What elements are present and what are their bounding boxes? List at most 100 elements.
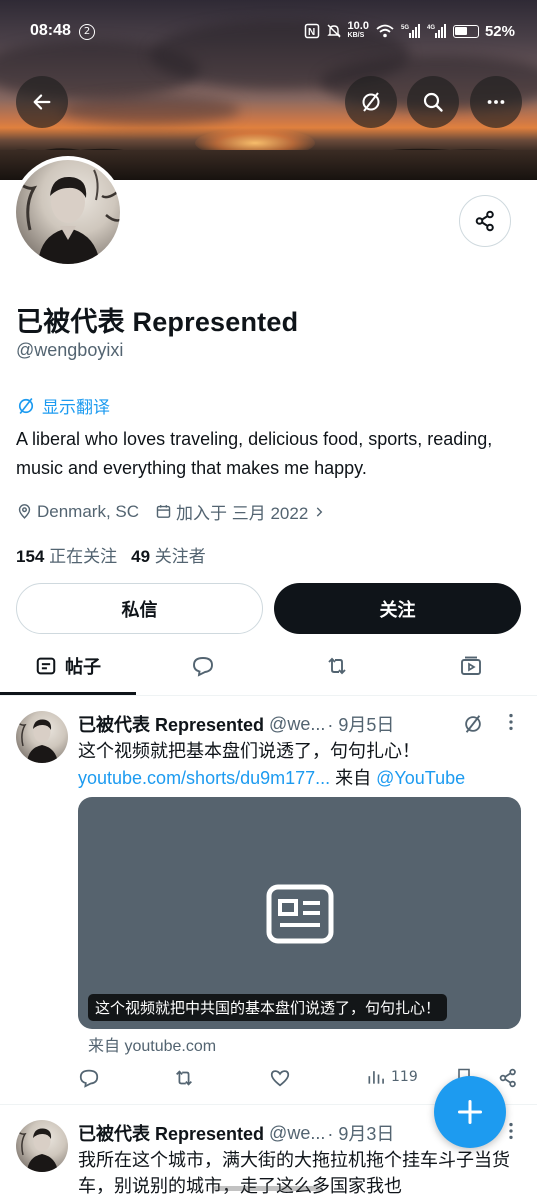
- tweet-via: 来自: [330, 768, 377, 788]
- tweet-link[interactable]: youtube.com/shorts/du9m177...: [78, 768, 330, 788]
- tweet-author-handle[interactable]: @we...: [269, 714, 325, 735]
- home-indicator[interactable]: [213, 1186, 323, 1191]
- replies-icon: [193, 657, 213, 677]
- arrow-left-icon: [33, 94, 51, 110]
- tweet-avatar[interactable]: [16, 1120, 68, 1172]
- svg-text:4G: 4G: [427, 25, 435, 31]
- show-translation-label: 显示翻译: [42, 398, 110, 418]
- tweet-date[interactable]: · 9月3日: [327, 1120, 394, 1146]
- views-button[interactable]: 119: [366, 1067, 418, 1087]
- calendar-icon: [156, 505, 171, 518]
- grok-icon: [18, 397, 34, 414]
- tweet-text: 这个视频就把基本盘们说透了，句句扎心！ youtube.com/shorts/d…: [78, 739, 523, 791]
- display-name: 已被代表 Represented: [16, 307, 299, 337]
- link-card[interactable]: 这个视频就把中共国的基本盘们说透了，句句扎心！: [78, 797, 521, 1029]
- joined-item[interactable]: 加入于 三月 2022: [155, 499, 326, 524]
- tweet-author-handle[interactable]: @we...: [269, 1123, 325, 1144]
- show-translation-link[interactable]: 显示翻译: [16, 393, 110, 418]
- tweet[interactable]: 已被代表 Represented @we... · 9月5日 这个视频就把基本盘…: [0, 697, 537, 1105]
- followers-count: 49: [131, 547, 151, 566]
- status-bar: 08:48 2 N 10.0 KB/S 5G 4G 52%: [0, 18, 537, 46]
- active-tab-indicator: [0, 692, 136, 695]
- tab-reposts[interactable]: [270, 640, 404, 692]
- tab-replies[interactable]: [136, 640, 270, 692]
- views-count: 119: [391, 1069, 418, 1085]
- more-horizontal-icon: [487, 100, 505, 104]
- posts-icon: [36, 657, 56, 675]
- grok-button[interactable]: [462, 713, 484, 739]
- tab-posts-label: 帖子: [65, 657, 101, 678]
- location-text: Denmark, SC: [37, 501, 140, 521]
- avatar-photo: [16, 719, 58, 763]
- tweet-avatar[interactable]: [16, 711, 68, 763]
- more-vertical-icon: [509, 1122, 513, 1140]
- card-source[interactable]: 来自 youtube.com: [88, 1032, 216, 1056]
- network-speed: 10.0: [347, 20, 369, 32]
- message-button[interactable]: 私信: [16, 583, 263, 634]
- avatar-photo: [16, 1128, 58, 1172]
- repost-button[interactable]: [173, 1067, 195, 1089]
- notification-badge: 2: [79, 24, 95, 40]
- tweet-body: 我所在这个城市，满大街的大拖拉机拖个挂车斗子当货车，别说别的城市，走了这么多国家…: [78, 1150, 510, 1197]
- plus-icon: [457, 1099, 483, 1125]
- heart-icon: [270, 1070, 290, 1087]
- tweet-more-button[interactable]: [505, 711, 517, 738]
- card-caption: 这个视频就把中共国的基本盘们说透了，句句扎心！: [88, 994, 448, 1021]
- follow-button[interactable]: 关注: [274, 583, 521, 634]
- profile-meta: Denmark, SC 加入于 三月 2022: [16, 499, 336, 524]
- grok-icon: [465, 715, 481, 733]
- compose-button[interactable]: [434, 1076, 506, 1148]
- views-chart-icon: [368, 1071, 384, 1084]
- profile-tabs: 帖子: [0, 640, 537, 696]
- chevron-right-icon: [317, 506, 323, 517]
- nfc-icon: N: [304, 23, 319, 39]
- battery-icon: [452, 24, 479, 38]
- tweet-body: 这个视频就把基本盘们说透了，句句扎心！: [78, 741, 420, 762]
- more-vertical-icon: [509, 713, 513, 731]
- mute-icon: [326, 24, 341, 38]
- media-icon: [460, 656, 481, 675]
- user-handle: @wengboyixi: [16, 340, 124, 360]
- signal-4g-icon: 4G: [427, 24, 446, 38]
- search-icon: [423, 92, 443, 112]
- share-icon: [475, 210, 494, 232]
- back-button[interactable]: [16, 76, 68, 128]
- following-count: 154: [16, 547, 45, 566]
- tweet-mention[interactable]: @YouTube: [376, 768, 465, 788]
- tweet-author-name[interactable]: 已被代表 Represented: [78, 711, 264, 737]
- share-profile-button[interactable]: [459, 195, 511, 247]
- share-icon: [499, 1068, 516, 1088]
- article-icon: [266, 884, 334, 944]
- profile-bio: A liberal who loves traveling, delicious…: [16, 429, 493, 478]
- tweet-header: 已被代表 Represented @we... · 9月5日: [78, 711, 518, 737]
- svg-text:5G: 5G: [401, 25, 409, 31]
- reposts-icon: [328, 657, 346, 675]
- followers-link[interactable]: 49 关注者: [131, 542, 206, 567]
- reply-button[interactable]: [78, 1067, 100, 1089]
- wifi-icon: [376, 24, 394, 38]
- profile-avatar[interactable]: [12, 156, 124, 268]
- tab-posts[interactable]: 帖子: [0, 640, 136, 692]
- battery-percent: 52%: [484, 22, 515, 40]
- svg-text:N: N: [308, 27, 315, 38]
- like-button[interactable]: [269, 1067, 291, 1089]
- following-label: 正在关注: [49, 547, 118, 566]
- location-pin-icon: [18, 504, 31, 519]
- joined-text: 加入于 三月 2022: [176, 504, 309, 523]
- reply-icon: [79, 1069, 99, 1088]
- network-speed-unit: KB/S: [347, 32, 365, 39]
- follow-counts: 154 正在关注 49 关注者: [16, 542, 206, 567]
- grok-button[interactable]: [345, 76, 397, 128]
- followers-label: 关注者: [154, 547, 206, 566]
- share-button[interactable]: [497, 1067, 519, 1089]
- tweet-author-name[interactable]: 已被代表 Represented: [78, 1120, 264, 1146]
- search-button[interactable]: [407, 76, 459, 128]
- tab-media[interactable]: [404, 640, 537, 692]
- repost-icon: [176, 1070, 192, 1086]
- location-item: Denmark, SC: [16, 502, 139, 522]
- following-link[interactable]: 154 正在关注: [16, 542, 117, 567]
- tweet-date[interactable]: · 9月5日: [327, 711, 394, 737]
- more-button[interactable]: [470, 76, 522, 128]
- grok-icon: [362, 92, 380, 112]
- tweet-more-button[interactable]: [505, 1120, 517, 1147]
